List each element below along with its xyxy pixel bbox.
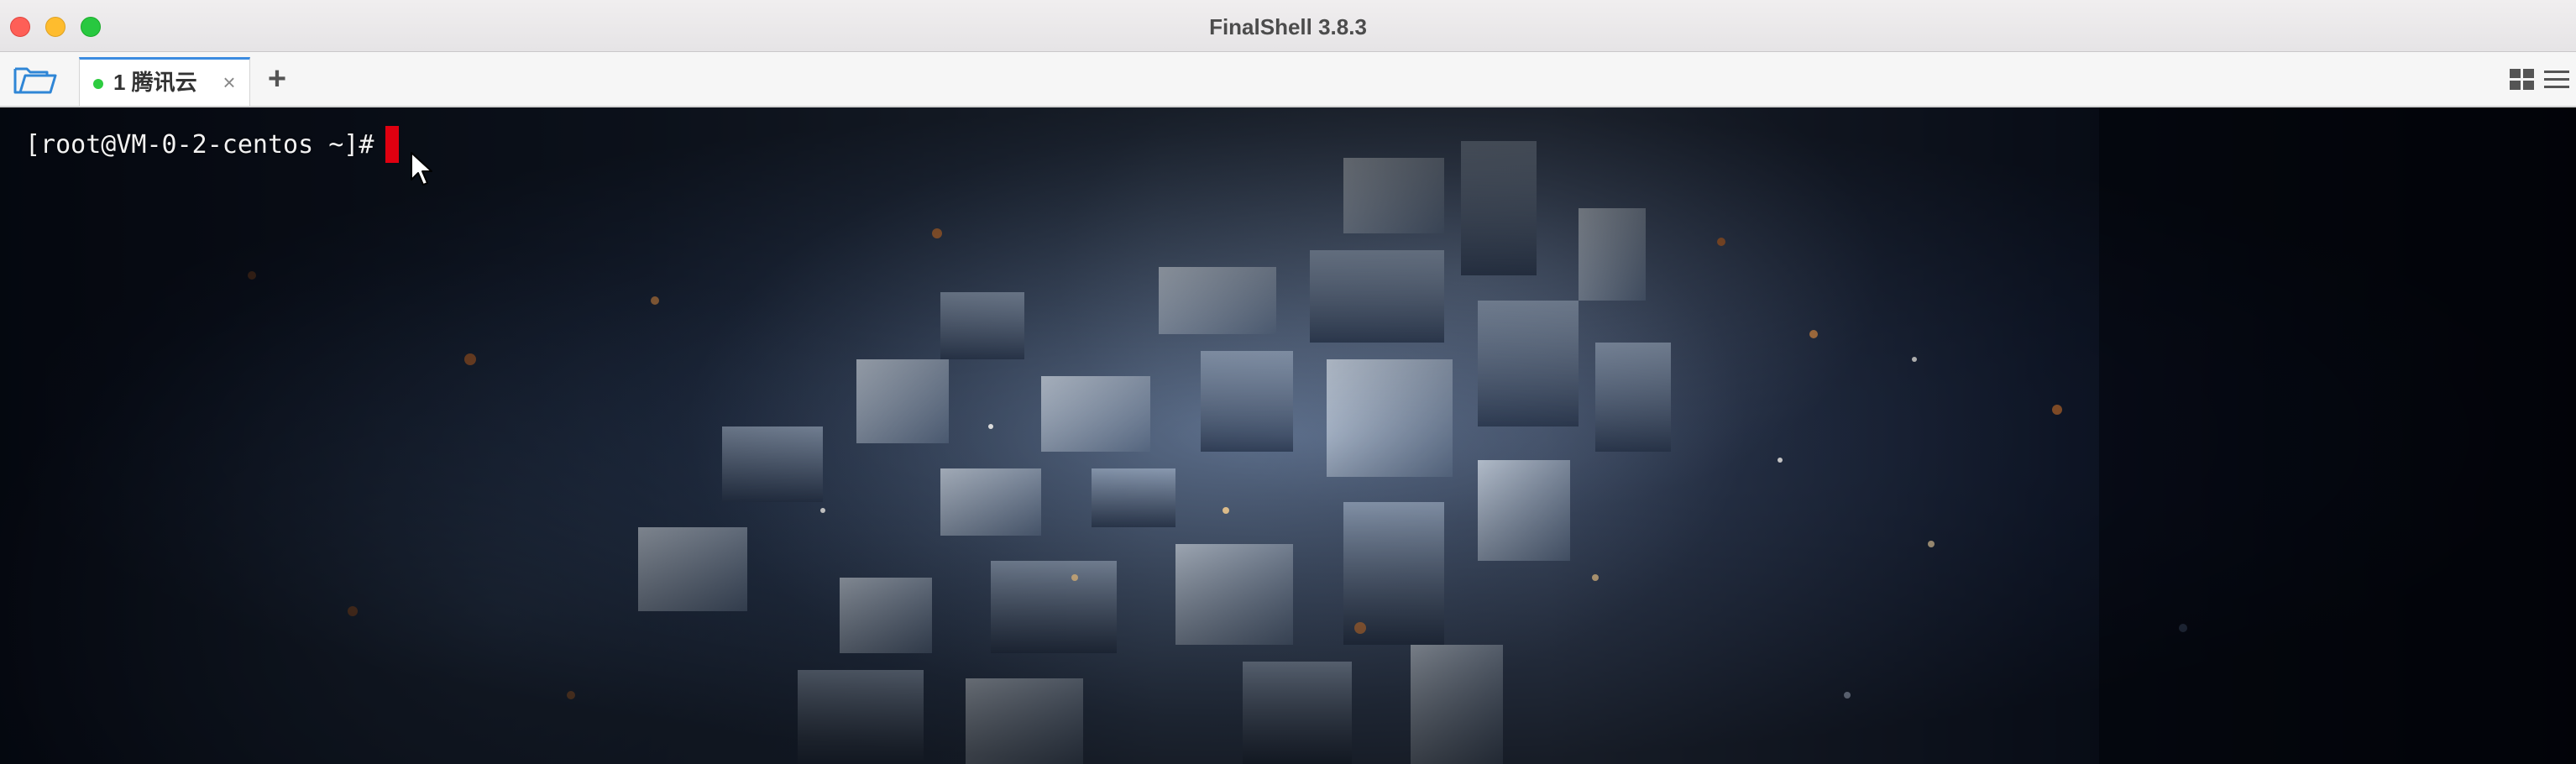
tab-bar: 1 腾讯云 × +	[0, 52, 2576, 107]
terminal-area[interactable]: [root@VM-0-2-centos ~]#	[0, 107, 2576, 764]
grid-view-button[interactable]	[2509, 67, 2536, 92]
open-session-manager-button[interactable]	[12, 62, 59, 97]
grid-view-icon	[2510, 69, 2534, 90]
title-bar[interactable]: FinalShell 3.8.3	[0, 0, 2576, 52]
list-view-button[interactable]	[2542, 67, 2571, 92]
list-view-icon	[2544, 71, 2569, 88]
tab-label: 1 腾讯云	[113, 70, 197, 95]
close-tab-icon[interactable]: ×	[216, 60, 243, 106]
tab-session-1[interactable]: 1 腾讯云 ×	[79, 57, 250, 106]
folder-open-icon	[13, 67, 57, 94]
add-tab-button[interactable]: +	[260, 60, 294, 97]
mouse-pointer-icon	[411, 152, 432, 186]
terminal-prompt: [root@VM-0-2-centos ~]#	[25, 130, 390, 160]
finalshell-window: FinalShell 3.8.3 1 腾讯云 × + [root@VM-0-2-…	[0, 0, 2576, 764]
connection-status-dot	[93, 79, 103, 89]
wallpaper-image	[0, 107, 2576, 764]
window-title: FinalShell 3.8.3	[1209, 14, 1367, 39]
terminal-cursor	[385, 126, 399, 163]
